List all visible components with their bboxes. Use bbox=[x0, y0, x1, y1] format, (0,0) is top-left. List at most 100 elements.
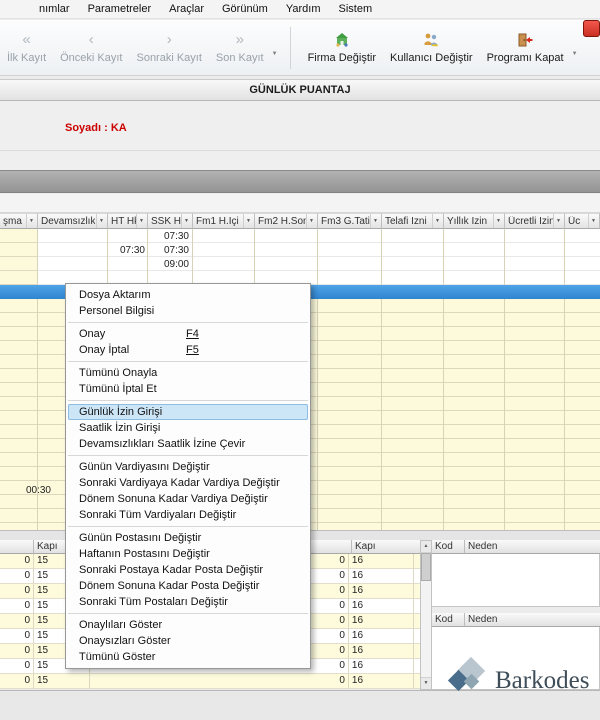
table-cell: 0 bbox=[0, 644, 34, 659]
menu-item-19[interactable]: Haftanın Postasını Değiştir bbox=[66, 546, 310, 562]
menubar-item-5[interactable]: Sistem bbox=[329, 0, 381, 19]
filter-band bbox=[0, 194, 600, 213]
menubar-item-1[interactable]: Parametreler bbox=[79, 0, 161, 19]
table-cell: 0 bbox=[0, 659, 34, 674]
column-header-1[interactable]: Devamsızlık▼ bbox=[38, 213, 108, 229]
menubar-item-3[interactable]: Görünüm bbox=[213, 0, 277, 19]
previous-record-button[interactable]: ‹ Önceki Kayıt bbox=[53, 22, 129, 74]
menu-item-1[interactable]: Personel Bilgisi bbox=[66, 303, 310, 319]
vendor-logo: Barkodes bbox=[443, 655, 600, 707]
menu-separator bbox=[68, 526, 308, 527]
menu-item-6[interactable]: Tümünü Onayla bbox=[66, 365, 310, 381]
menu-item-11[interactable]: Devamsızlıkları Saatlik İzine Çevir bbox=[66, 436, 310, 452]
menu-item-25[interactable]: Onaysızları Göster bbox=[66, 633, 310, 649]
menu-separator bbox=[68, 613, 308, 614]
down-arrow-icon: ▼ bbox=[424, 680, 429, 686]
column-header-6[interactable]: Fm3 G.Tatil▼ bbox=[318, 213, 382, 229]
menubar-item-0[interactable]: nımlar bbox=[30, 0, 79, 19]
menu-item-label: Onaysızları Göster bbox=[79, 635, 171, 647]
scrollbar-thumb[interactable] bbox=[421, 553, 431, 581]
menu-item-24[interactable]: Onaylıları Göster bbox=[66, 617, 310, 633]
column-dropdown-icon[interactable]: ▼ bbox=[96, 214, 106, 228]
column-header-kod[interactable]: Kod bbox=[432, 540, 465, 554]
menu-separator bbox=[68, 361, 308, 362]
menu-separator bbox=[68, 400, 308, 401]
menu-item-26[interactable]: Tümünü Göster bbox=[66, 649, 310, 665]
menu-item-22[interactable]: Sonraki Tüm Postaları Değiştir bbox=[66, 594, 310, 610]
grid-column-line bbox=[317, 229, 318, 530]
scroll-up-button[interactable]: ▲ bbox=[421, 541, 431, 553]
column-dropdown-icon[interactable]: ▼ bbox=[432, 214, 442, 228]
grid-upper-rows bbox=[0, 229, 600, 285]
column-dropdown-icon[interactable]: ▼ bbox=[553, 214, 563, 228]
column-header-9[interactable]: Ücretli İzin▼ bbox=[505, 213, 565, 229]
column-header-7[interactable]: Telafi İzni▼ bbox=[382, 213, 444, 229]
column-header-kod[interactable]: Kod bbox=[432, 613, 465, 627]
column-header-2[interactable]: HT Hk▼ bbox=[108, 213, 148, 229]
column-header-5[interactable]: Fm2 H.Sonu▼ bbox=[255, 213, 318, 229]
previous-record-icon: ‹ bbox=[89, 32, 94, 49]
column-header-neden[interactable]: Neden bbox=[465, 540, 600, 554]
menu-item-7[interactable]: Tümünü İptal Et bbox=[66, 381, 310, 397]
column-header-10[interactable]: Üc▼ bbox=[565, 213, 600, 229]
close-program-label: Programı Kapat bbox=[487, 52, 564, 64]
column-dropdown-icon[interactable]: ▼ bbox=[243, 214, 253, 228]
reason-panel-top-header: Kod Neden bbox=[432, 540, 600, 554]
column-header-neden[interactable]: Neden bbox=[465, 613, 600, 627]
menu-item-21[interactable]: Dönem Sonuna Kadar Posta Değiştir bbox=[66, 578, 310, 594]
reason-list-top[interactable] bbox=[432, 554, 600, 607]
column-dropdown-icon[interactable]: ▼ bbox=[493, 214, 503, 228]
menu-item-15[interactable]: Dönem Sonuna Kadar Vardiya Değiştir bbox=[66, 491, 310, 507]
column-header-kapi[interactable]: Kapı bbox=[352, 540, 420, 554]
menu-item-3[interactable]: OnayF4 bbox=[66, 326, 310, 342]
column-header-label: Fm2 H.Sonu bbox=[258, 216, 306, 227]
table-row[interactable]: 016 bbox=[281, 674, 420, 689]
menu-item-4[interactable]: Onay İptalF5 bbox=[66, 342, 310, 358]
menu-item-16[interactable]: Sonraki Tüm Vardiyaları Değiştir bbox=[66, 507, 310, 523]
next-record-icon: › bbox=[167, 32, 172, 49]
column-header-blank[interactable] bbox=[0, 540, 34, 554]
column-header-4[interactable]: Fm1 H.İçi▼ bbox=[193, 213, 255, 229]
column-dropdown-icon[interactable]: ▼ bbox=[306, 214, 316, 228]
grid-column-line bbox=[564, 229, 565, 530]
table-row[interactable]: 015 bbox=[0, 674, 281, 689]
menu-item-20[interactable]: Sonraki Postaya Kadar Posta Değiştir bbox=[66, 562, 310, 578]
record-nav-dropdown-icon[interactable]: ▼ bbox=[272, 51, 278, 57]
menu-item-9[interactable]: Günlük İzin Girişi bbox=[68, 404, 308, 420]
session-actions-group: Firma Değiştir Kullanıcı Değiştir bbox=[301, 20, 581, 75]
close-window-button[interactable] bbox=[583, 20, 600, 37]
menu-item-14[interactable]: Sonraki Vardiyaya Kadar Vardiya Değiştir bbox=[66, 475, 310, 491]
record-navigation-group: « İlk Kayıt ‹ Önceki Kayıt › Sonraki Kay… bbox=[0, 20, 281, 75]
menu-item-13[interactable]: Günün Vardiyasını Değiştir bbox=[66, 459, 310, 475]
last-record-button[interactable]: » Son Kayıt bbox=[209, 22, 271, 74]
toolbar-separator bbox=[290, 27, 291, 69]
menu-item-label: Günün Postasını Değiştir bbox=[79, 532, 201, 544]
menu-item-0[interactable]: Dosya Aktarım bbox=[66, 287, 310, 303]
menubar-item-2[interactable]: Araçlar bbox=[160, 0, 213, 19]
column-dropdown-icon[interactable]: ▼ bbox=[588, 214, 598, 228]
next-record-button[interactable]: › Sonraki Kayıt bbox=[129, 22, 208, 74]
column-dropdown-icon[interactable]: ▼ bbox=[26, 214, 36, 228]
menu-item-10[interactable]: Saatlik İzin Girişi bbox=[66, 420, 310, 436]
menubar-item-4[interactable]: Yardım bbox=[277, 0, 330, 19]
change-user-button[interactable]: Kullanıcı Değiştir bbox=[383, 22, 480, 74]
change-company-button[interactable]: Firma Değiştir bbox=[301, 22, 383, 74]
close-program-dropdown-icon[interactable]: ▼ bbox=[572, 51, 578, 57]
first-record-button[interactable]: « İlk Kayıt bbox=[0, 22, 53, 74]
menu-item-label: Sonraki Postaya Kadar Posta Değiştir bbox=[79, 564, 263, 576]
column-header-3[interactable]: SSK Hk▼ bbox=[148, 213, 193, 229]
menu-item-label: Günlük İzin Girişi bbox=[79, 406, 162, 418]
column-dropdown-icon[interactable]: ▼ bbox=[181, 214, 191, 228]
column-dropdown-icon[interactable]: ▼ bbox=[370, 214, 380, 228]
menu-item-18[interactable]: Günün Postasını Değiştir bbox=[66, 530, 310, 546]
middle-table-scrollbar[interactable]: ▲ ▼ bbox=[420, 540, 432, 690]
menu-item-label: Sonraki Tüm Postaları Değiştir bbox=[79, 596, 228, 608]
column-header-8[interactable]: Yıllık İzin▼ bbox=[444, 213, 505, 229]
grid-header: şma▼Devamsızlık▼HT Hk▼SSK Hk▼Fm1 H.İçi▼F… bbox=[0, 213, 600, 229]
column-header-0[interactable]: şma▼ bbox=[0, 213, 38, 229]
up-arrow-icon: ▲ bbox=[424, 543, 429, 549]
first-record-icon: « bbox=[22, 32, 30, 49]
close-program-button[interactable]: Programı Kapat bbox=[480, 22, 571, 74]
column-dropdown-icon[interactable]: ▼ bbox=[136, 214, 146, 228]
scroll-down-button[interactable]: ▼ bbox=[421, 677, 431, 689]
